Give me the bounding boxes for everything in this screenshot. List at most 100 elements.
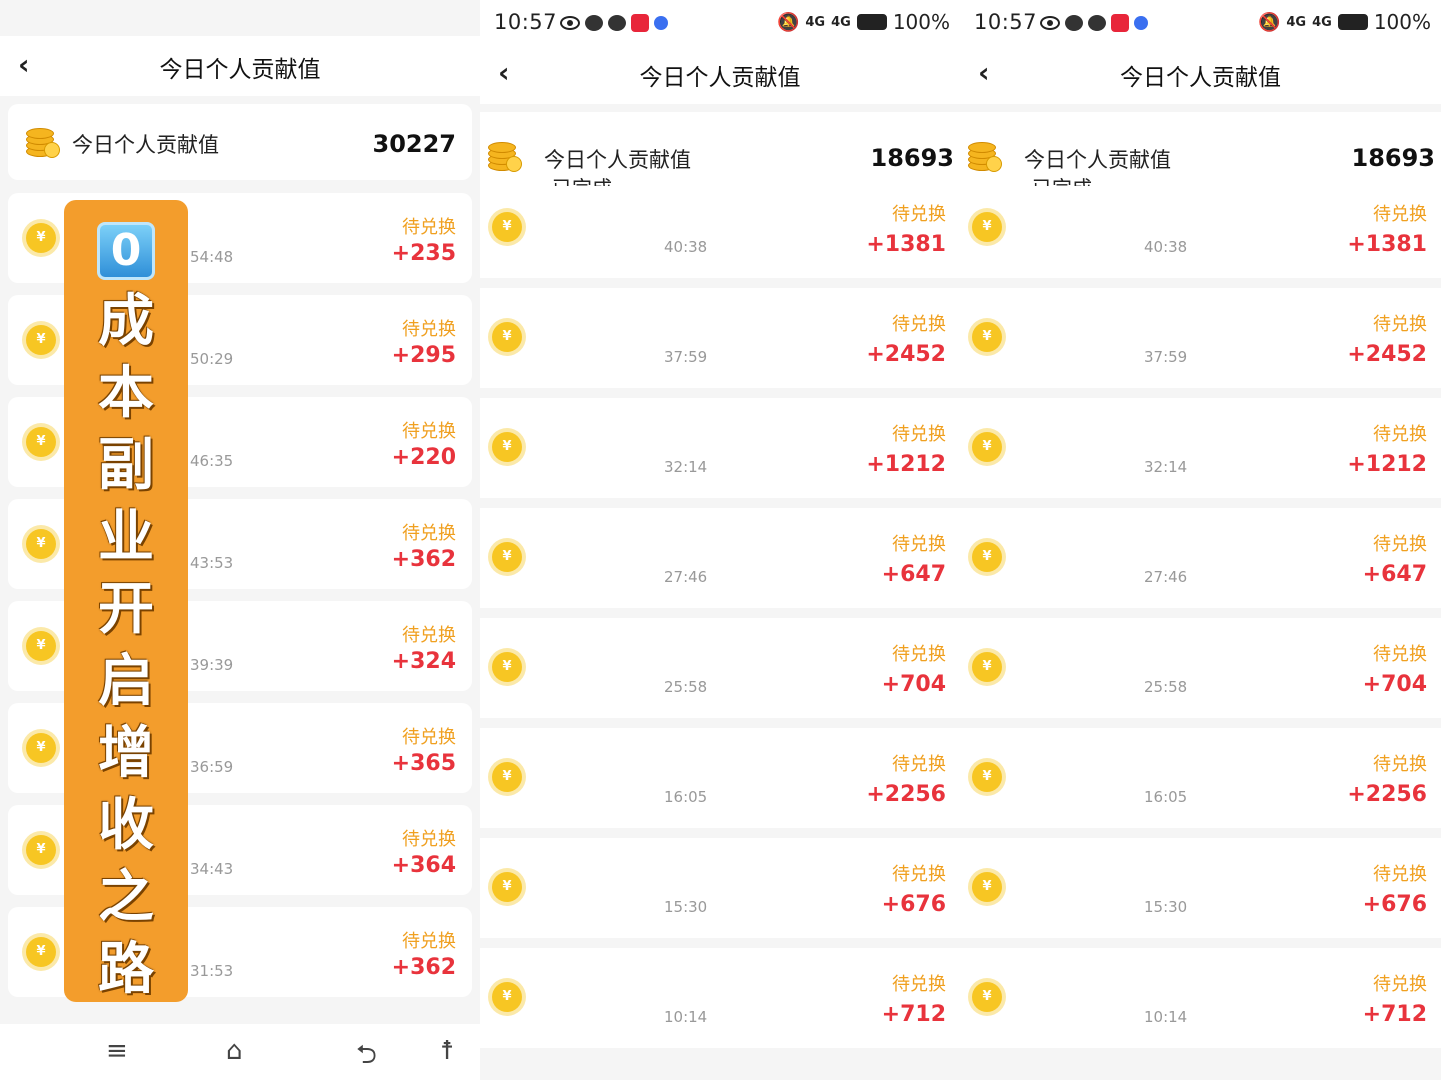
coin-icon: ¥ bbox=[492, 542, 522, 572]
list-item[interactable]: ¥10:14 待兑换 +712 bbox=[960, 948, 1441, 1048]
list-item[interactable]: ¥10:14 待兑换 +712 bbox=[480, 948, 960, 1048]
coin-icon: ¥ bbox=[26, 529, 56, 559]
summary-label: 今日个人贡献值 bbox=[72, 133, 219, 157]
page-title: 今日个人贡献值 bbox=[1120, 65, 1281, 91]
record-amount: +1212 bbox=[866, 452, 946, 477]
record-time: 34:43 bbox=[190, 860, 234, 878]
status-bar: 10:57 🔕 4G 4G 100% bbox=[960, 0, 1441, 48]
record-status: 待兑换 bbox=[1373, 974, 1427, 995]
summary-label: 今日个人贡献值 bbox=[1024, 148, 1171, 172]
battery-icon bbox=[1337, 14, 1368, 30]
status-time: 10:57 bbox=[494, 10, 558, 34]
record-status: 待兑换 bbox=[1373, 424, 1427, 445]
coin-icon: ¥ bbox=[26, 733, 56, 763]
signal-icon: 4G bbox=[1312, 14, 1332, 30]
record-amount: +1212 bbox=[1347, 452, 1427, 477]
record-status: 待兑换 bbox=[402, 523, 456, 544]
list-item[interactable]: ¥16:05 待兑换 +2256 bbox=[480, 728, 960, 828]
list-item[interactable]: ¥27:46 待兑换 +647 bbox=[480, 508, 960, 608]
promo-banner: 0 成本副业开启增收之路 bbox=[64, 200, 188, 1002]
list-item[interactable]: ¥32:14 待兑换 +1212 bbox=[480, 398, 960, 498]
system-back-icon[interactable]: ⮌ bbox=[356, 1036, 377, 1080]
list-item[interactable]: ¥15:30 待兑换 +676 bbox=[960, 838, 1441, 938]
record-status: 待兑换 bbox=[892, 424, 946, 445]
record-time: 16:05 bbox=[1144, 788, 1188, 806]
list-item[interactable]: ¥25:58 待兑换 +704 bbox=[480, 618, 960, 718]
record-amount: +1381 bbox=[866, 232, 946, 257]
nav-bar: ‹ 今日个人贡献值 bbox=[960, 44, 1441, 104]
record-time: 32:14 bbox=[664, 458, 708, 476]
record-amount: +2256 bbox=[866, 782, 946, 807]
record-time: 37:59 bbox=[664, 348, 708, 366]
accessibility-icon[interactable]: ☨ bbox=[440, 1036, 454, 1066]
battery-icon bbox=[856, 14, 887, 30]
nav-bar: ‹ 今日个人贡献值 bbox=[0, 36, 480, 96]
record-time: 54:48 bbox=[190, 248, 234, 266]
record-amount: +647 bbox=[881, 562, 946, 587]
list-item[interactable]: ¥16:05 待兑换 +2256 bbox=[960, 728, 1441, 828]
signal-icon: 4G bbox=[1286, 14, 1307, 30]
eye-icon bbox=[560, 16, 580, 30]
coin-icon: ¥ bbox=[26, 325, 56, 355]
coin-icon: ¥ bbox=[972, 542, 1002, 572]
summary-label: 今日个人贡献值 bbox=[544, 148, 691, 172]
record-status: 待兑换 bbox=[1373, 204, 1427, 225]
record-status: 待兑换 bbox=[402, 625, 456, 646]
coin-stack-icon bbox=[26, 128, 60, 158]
record-time: 10:14 bbox=[1144, 1008, 1188, 1026]
record-amount: +712 bbox=[1362, 1002, 1427, 1027]
list-item[interactable]: ¥25:58 待兑换 +704 bbox=[960, 618, 1441, 718]
list-item[interactable]: ¥27:46 待兑换 +647 bbox=[960, 508, 1441, 608]
record-amount: +647 bbox=[1362, 562, 1427, 587]
section-completed-label: 已完成 bbox=[552, 172, 612, 186]
coin-icon: ¥ bbox=[492, 652, 522, 682]
coin-icon: ¥ bbox=[972, 652, 1002, 682]
list-item[interactable]: ¥32:14 待兑换 +1212 bbox=[960, 398, 1441, 498]
coin-stack-icon bbox=[968, 142, 1002, 172]
zero-keycap-icon: 0 bbox=[97, 222, 155, 280]
home-icon[interactable]: ⌂ bbox=[226, 1036, 243, 1066]
contribution-summary: 今日个人贡献值 30227 bbox=[8, 104, 472, 180]
record-time: 27:46 bbox=[664, 568, 708, 586]
list-item[interactable]: ¥40:38 待兑换 +1381 bbox=[480, 178, 960, 278]
list-item[interactable]: ¥37:59 待兑换 +2452 bbox=[960, 288, 1441, 388]
record-amount: +2256 bbox=[1347, 782, 1427, 807]
record-time: 16:05 bbox=[664, 788, 708, 806]
record-status: 待兑换 bbox=[1373, 864, 1427, 885]
menu-icon[interactable]: ≡ bbox=[106, 1036, 128, 1066]
list-item[interactable]: ¥15:30 待兑换 +676 bbox=[480, 838, 960, 938]
coin-icon: ¥ bbox=[26, 427, 56, 457]
list-item[interactable]: ¥37:59 待兑换 +2452 bbox=[480, 288, 960, 388]
record-time: 37:59 bbox=[1144, 348, 1188, 366]
coin-icon: ¥ bbox=[492, 322, 522, 352]
record-status: 待兑换 bbox=[892, 644, 946, 665]
record-status: 待兑换 bbox=[892, 204, 946, 225]
coin-icon: ¥ bbox=[492, 432, 522, 462]
eye-icon bbox=[1040, 16, 1060, 30]
status-bar: 10:57 🔕 4G 4G 100% bbox=[480, 0, 960, 48]
record-status: 待兑换 bbox=[892, 754, 946, 775]
summary-value: 18693 bbox=[870, 144, 955, 172]
record-time: 15:30 bbox=[664, 898, 708, 916]
record-amount: +220 bbox=[391, 445, 456, 470]
signal-icon: 4G bbox=[831, 14, 851, 30]
app-notification-icon bbox=[654, 16, 668, 30]
app-notification-icon bbox=[1111, 14, 1129, 32]
record-status: 待兑换 bbox=[402, 319, 456, 340]
app-notification-icon bbox=[631, 14, 649, 32]
list-item[interactable]: ¥40:38 待兑换 +1381 bbox=[960, 178, 1441, 278]
record-time: 46:35 bbox=[190, 452, 234, 470]
record-status: 待兑换 bbox=[1373, 314, 1427, 335]
nav-bar: ‹ 今日个人贡献值 bbox=[480, 44, 960, 104]
record-time: 32:14 bbox=[1144, 458, 1188, 476]
promo-text: 成本副业开启增收之路 bbox=[98, 289, 154, 1002]
record-status: 待兑换 bbox=[402, 931, 456, 952]
record-amount: +295 bbox=[391, 343, 456, 368]
record-time: 25:58 bbox=[1144, 678, 1188, 696]
record-amount: +2452 bbox=[1347, 342, 1427, 367]
coin-icon: ¥ bbox=[492, 212, 522, 242]
record-status: 待兑换 bbox=[402, 421, 456, 442]
wechat-icon bbox=[1088, 15, 1106, 31]
app-notification-icon bbox=[1134, 16, 1148, 30]
coin-icon: ¥ bbox=[26, 223, 56, 253]
